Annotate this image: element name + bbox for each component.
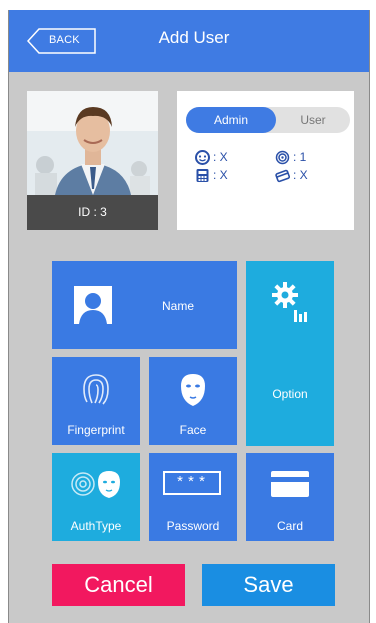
fingerprint-face-icon: [71, 471, 120, 498]
gear-settings-icon: [272, 282, 307, 322]
fingerprint-icon: [275, 150, 290, 165]
card-count-value: : X: [293, 168, 308, 182]
face-count-value: : X: [213, 150, 228, 164]
role-user-option[interactable]: User: [276, 107, 350, 133]
face-label: Face: [179, 423, 207, 437]
option-tile[interactable]: Option: [246, 261, 334, 446]
face-icon: [195, 150, 210, 165]
fingerprint-tile[interactable]: Fingerprint: [52, 357, 140, 445]
save-button[interactable]: Save: [202, 564, 335, 606]
authtype-tile[interactable]: AuthType: [52, 453, 140, 541]
person-photo-icon: [27, 91, 158, 195]
calculator-icon: [196, 169, 209, 182]
face-tile[interactable]: Face: [149, 357, 237, 445]
password-tile[interactable]: *** Password: [149, 453, 237, 541]
card-tile[interactable]: Card: [246, 453, 334, 541]
authtype-label: AuthType: [70, 519, 122, 533]
fingerprint-count: : 1: [275, 150, 335, 166]
card-count: : X: [275, 168, 335, 184]
password-label: Password: [166, 519, 220, 533]
user-id-label: ID : 3: [27, 195, 158, 230]
user-info-card: Admin User : X : 1: X: X: [177, 91, 354, 230]
name-tile[interactable]: Name: [52, 261, 237, 349]
face-count: : X: [195, 150, 255, 166]
cancel-button[interactable]: Cancel: [52, 564, 185, 606]
fingerprint-label: Fingerprint: [67, 423, 125, 437]
option-label: Option: [272, 387, 308, 401]
password-count-value: : X: [213, 168, 228, 182]
fingerprint-count-value: : 1: [293, 150, 307, 164]
card-icon: [275, 169, 290, 183]
add-user-screen: BACK Add User ID : 3 Admin User: X: 1 …: [8, 10, 370, 623]
card-icon: [271, 471, 309, 497]
user-photo-card[interactable]: ID : 3: [27, 91, 158, 230]
fingerprint-icon: [83, 374, 109, 405]
card-label: Card: [276, 519, 303, 533]
face-mask-icon: [181, 374, 205, 406]
role-toggle[interactable]: Admin User: [186, 107, 350, 133]
title-bar: BACK Add User: [9, 10, 369, 72]
user-photo: [27, 91, 158, 195]
name-label: Name: [161, 299, 194, 313]
page-title: Add User: [158, 28, 230, 47]
role-admin-option[interactable]: Admin: [186, 107, 276, 133]
password-count: : X: [195, 168, 255, 184]
password-mask-box: ***: [163, 471, 221, 495]
user-avatar-icon: [74, 286, 112, 324]
